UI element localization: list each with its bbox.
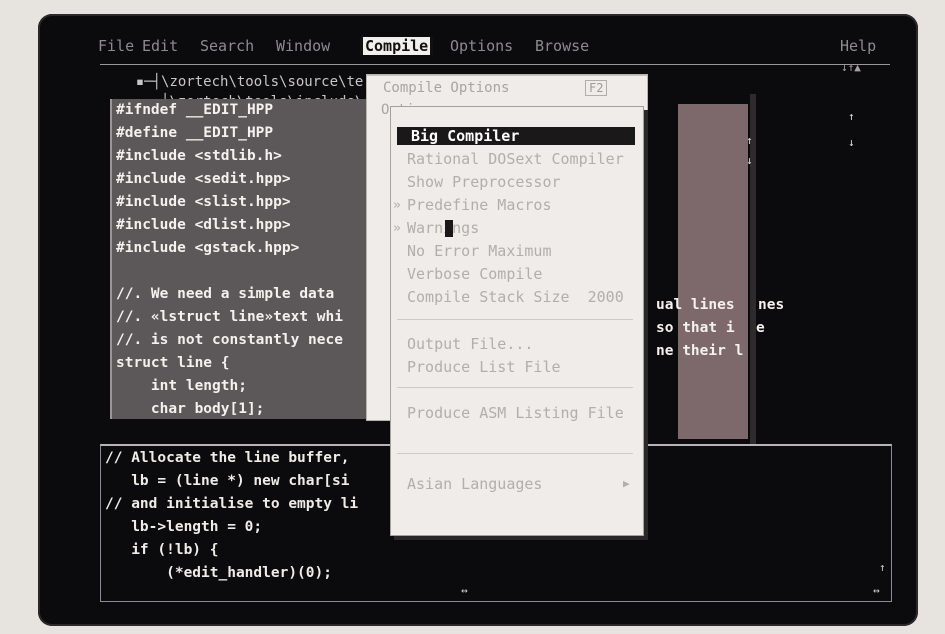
- dialog-border: [367, 75, 647, 76]
- code-line: // Allocate the line buffer,: [105, 450, 350, 466]
- dialog-title: Compile Options: [383, 80, 510, 96]
- menu-item-big-compiler[interactable]: Big Compiler: [397, 127, 635, 145]
- help-key-hint[interactable]: F2: [585, 80, 608, 96]
- menu-separator: [397, 453, 633, 454]
- editor-pane-right[interactable]: [678, 104, 748, 439]
- code-fragment: nes: [758, 297, 785, 313]
- menu-item-output-file[interactable]: Output File...: [407, 335, 533, 353]
- code-line: if (!lb) {: [105, 542, 219, 558]
- menu-item-compile-stack-size[interactable]: Compile Stack Size 2000: [407, 288, 624, 306]
- code-fragment: e: [756, 320, 765, 336]
- code-line: #include <dlist.hpp>: [116, 217, 291, 233]
- menu-item-predefine-macros[interactable]: Predefine Macros: [407, 196, 552, 214]
- code-fragment: ual lines: [656, 297, 735, 313]
- code-line: #include <slist.hpp>: [116, 194, 291, 210]
- scroll-up-icon[interactable]: ↑: [848, 110, 855, 123]
- scroll-up-icon[interactable]: ↑: [879, 561, 886, 574]
- menu-edit[interactable]: Edit: [142, 37, 178, 55]
- code-line: #include <stdlib.h>: [116, 148, 282, 164]
- code-line: struct line {: [116, 355, 230, 371]
- code-line: #include <gstack.hpp>: [116, 240, 300, 256]
- text-cursor: [445, 220, 453, 237]
- code-line: int length;: [116, 378, 247, 394]
- scroll-down-icon[interactable]: ↓: [746, 154, 753, 167]
- menu-search[interactable]: Search: [200, 37, 254, 55]
- code-line: #ifndef __EDIT_HPP: [116, 102, 274, 118]
- menu-window[interactable]: Window: [276, 37, 330, 55]
- menu-help[interactable]: Help: [840, 37, 876, 55]
- scroll-down-icon[interactable]: ↓: [848, 136, 855, 149]
- menu-options[interactable]: Options: [450, 37, 513, 55]
- code-line: //. «lstruct line»text whi: [116, 309, 343, 325]
- code-line: //. is not constantly nece: [116, 332, 343, 348]
- menu-item-show-preprocessor[interactable]: Show Preprocessor: [407, 173, 561, 191]
- code-line: #define __EDIT_HPP: [116, 125, 274, 141]
- menu-file[interactable]: File: [98, 37, 134, 55]
- menu-item-asian-languages[interactable]: Asian Languages: [407, 475, 542, 493]
- code-line: // and initialise to empty li: [105, 496, 359, 512]
- compile-dropdown-menu: Big Compiler Rational DOSext Compiler Sh…: [390, 106, 644, 536]
- menu-separator: [397, 319, 633, 320]
- code-line: char body[1];: [116, 401, 265, 417]
- checkmark-icon: »: [393, 198, 401, 213]
- menu-browse[interactable]: Browse: [535, 37, 589, 55]
- menu-item-rational-dosext-compiler[interactable]: Rational DOSext Compiler: [407, 150, 624, 168]
- submenu-arrow-icon: ▶: [623, 477, 630, 490]
- code-fragment: so that i: [656, 320, 735, 336]
- code-line: //. We need a simple data: [116, 286, 335, 302]
- horizontal-scroll-icon[interactable]: ↔: [461, 584, 468, 597]
- code-line: lb = (line *) new char[si: [105, 473, 350, 489]
- menu-bar: File Edit Search Window Compile Options …: [98, 37, 878, 59]
- window-scroll-arrows-icon[interactable]: ↓↑▲: [841, 61, 861, 74]
- horizontal-scroll-icon[interactable]: ↔: [873, 584, 880, 597]
- scroll-up-icon[interactable]: ↑: [746, 134, 753, 147]
- monitor-screen: File Edit Search Window Compile Options …: [38, 14, 918, 626]
- code-fragment: ne their l: [656, 343, 744, 359]
- menu-compile[interactable]: Compile: [360, 37, 434, 55]
- code-line: #include <sedit.hpp>: [116, 171, 291, 187]
- menu-item-warnings[interactable]: Warnings: [407, 219, 479, 237]
- menu-item-no-error-maximum[interactable]: No Error Maximum: [407, 242, 552, 260]
- checkmark-icon: »: [393, 221, 401, 236]
- menu-item-produce-list-file[interactable]: Produce List File: [407, 358, 561, 376]
- menu-separator: [397, 387, 633, 388]
- code-line: (*edit_handler)(0);: [105, 565, 332, 581]
- code-line: lb->length = 0;: [105, 519, 263, 535]
- menu-item-verbose-compile[interactable]: Verbose Compile: [407, 265, 542, 283]
- menu-item-produce-asm-listing-file[interactable]: Produce ASM Listing File: [407, 404, 624, 422]
- editor-pane[interactable]: #ifndef __EDIT_HPP #define __EDIT_HPP #i…: [110, 99, 372, 419]
